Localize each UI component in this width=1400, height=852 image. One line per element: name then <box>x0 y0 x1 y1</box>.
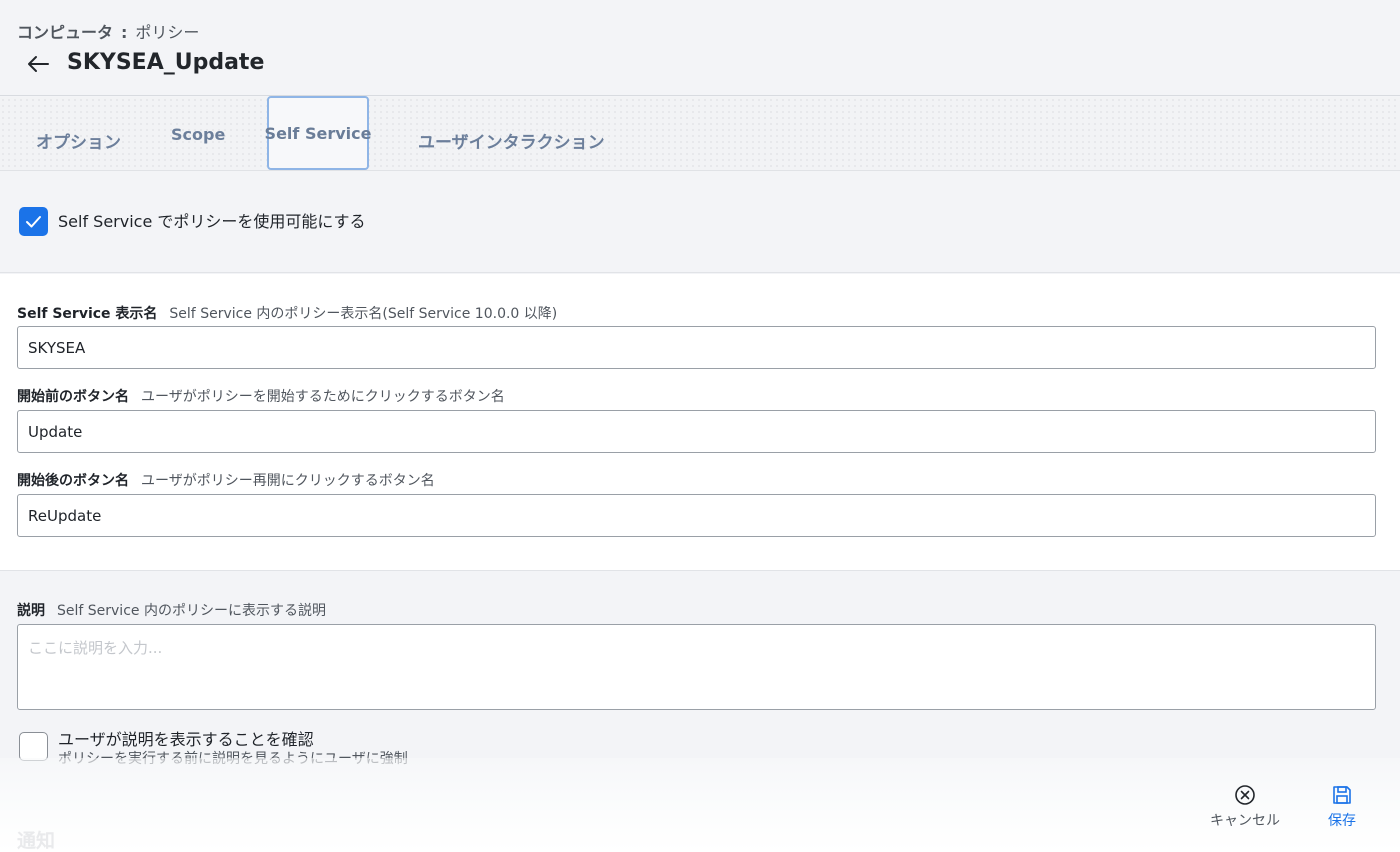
confirm-description-checkbox[interactable] <box>19 732 48 761</box>
description-section: 説明 Self Service 内のポリシーに表示する説明 ユーザが説明を表示する… <box>0 572 1400 772</box>
tab-options[interactable]: オプション <box>36 128 121 153</box>
button-after-label-row: 開始後のボタン名 ユーザがポリシー再開にクリックするボタン名 <box>17 470 435 490</box>
tab-user-interaction[interactable]: ユーザインタラクション <box>418 128 605 153</box>
button-before-label: 開始前のボタン名 <box>17 389 129 405</box>
back-arrow-icon[interactable] <box>26 52 52 76</box>
description-textarea[interactable] <box>17 624 1376 710</box>
page-title: SKYSEA_Update <box>67 50 265 75</box>
display-name-label: Self Service 表示名 <box>17 306 158 322</box>
checkmark-icon <box>26 216 41 228</box>
display-name-input[interactable] <box>17 326 1376 369</box>
button-settings-section: Self Service 表示名 Self Service 内のポリシー表示名(S… <box>0 274 1400 571</box>
button-after-hint: ユーザがポリシー再開にクリックするボタン名 <box>141 473 435 489</box>
tab-self-service[interactable]: Self Service <box>265 96 371 170</box>
tab-scope[interactable]: Scope <box>171 125 225 144</box>
save-button[interactable]: 保存 <box>1318 784 1366 830</box>
enable-self-service-label: Self Service でポリシーを使用可能にする <box>58 212 366 231</box>
description-hint: Self Service 内のポリシーに表示する説明 <box>57 603 326 619</box>
breadcrumb-section[interactable]: コンピュータ <box>17 23 113 42</box>
confirm-description-label: ユーザが説明を表示することを確認 <box>58 730 314 749</box>
description-label: 説明 <box>17 603 45 619</box>
enable-self-service-row: Self Service でポリシーを使用可能にする <box>0 172 1400 273</box>
description-label-row: 説明 Self Service 内のポリシーに表示する説明 <box>17 600 326 620</box>
enable-self-service-checkbox[interactable] <box>19 207 48 236</box>
cancel-label: キャンセル <box>1210 813 1280 829</box>
button-before-hint: ユーザがポリシーを開始するためにクリックするボタン名 <box>141 389 505 405</box>
button-after-input[interactable] <box>17 494 1376 537</box>
notifications-heading: 通知 <box>17 830 56 852</box>
tab-bar: オプション Scope Self Service ユーザインタラクション <box>0 96 1400 171</box>
save-floppy-icon <box>1333 786 1351 804</box>
breadcrumb-separator: : <box>121 23 128 42</box>
page-header: コンピュータ: ポリシー SKYSEA_Update <box>0 0 1400 96</box>
breadcrumb-page: ポリシー <box>135 23 200 42</box>
button-after-label: 開始後のボタン名 <box>17 473 129 489</box>
cancel-circle-icon <box>1235 785 1255 805</box>
breadcrumb: コンピュータ: ポリシー <box>17 19 199 43</box>
save-label: 保存 <box>1328 813 1356 829</box>
footer-fade-overlay <box>0 758 1400 852</box>
button-before-label-row: 開始前のボタン名 ユーザがポリシーを開始するためにクリックするボタン名 <box>17 386 505 406</box>
display-name-label-row: Self Service 表示名 Self Service 内のポリシー表示名(S… <box>17 303 557 323</box>
button-before-input[interactable] <box>17 410 1376 453</box>
display-name-hint: Self Service 内のポリシー表示名(Self Service 10.0… <box>169 306 558 322</box>
cancel-button[interactable]: キャンセル <box>1207 784 1283 830</box>
